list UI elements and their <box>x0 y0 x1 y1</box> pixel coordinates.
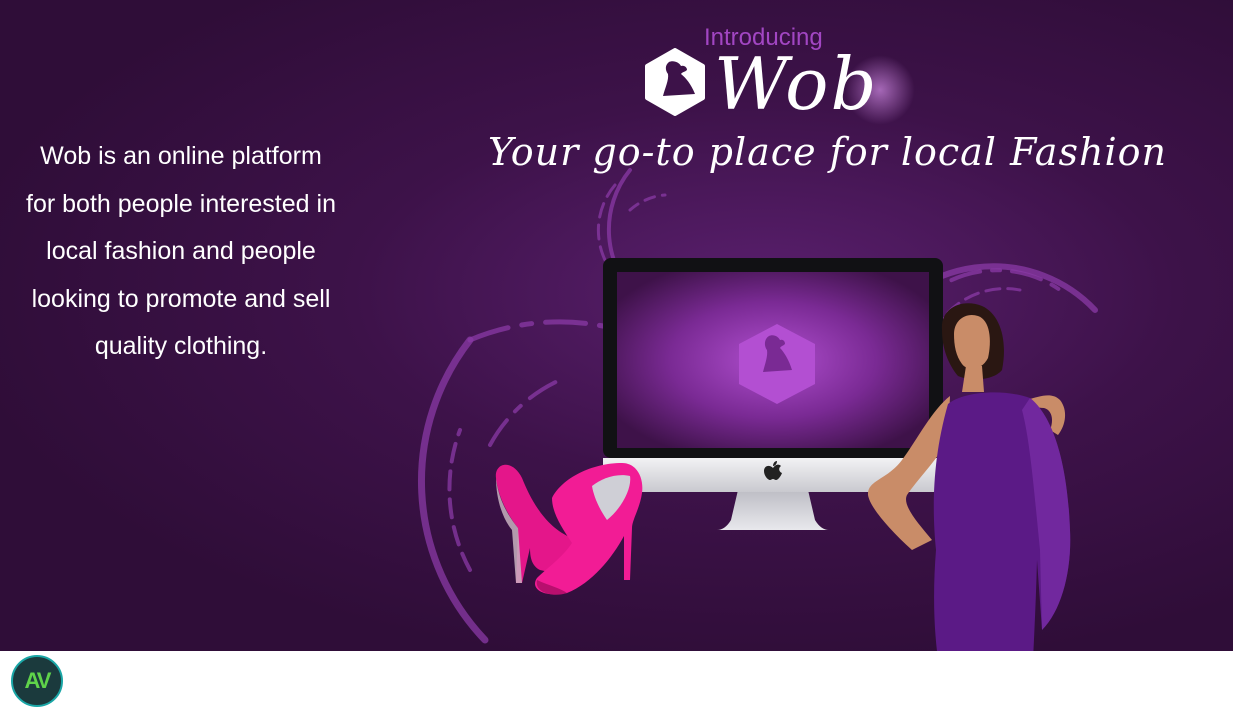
description-line: quality clothing. <box>94 332 268 360</box>
pink-shoes-image <box>495 463 643 595</box>
hero-banner: Introducing Wob Your go-to place for loc… <box>0 0 1233 651</box>
description-text: Wob is an online platform for both peopl… <box>0 133 362 371</box>
footer-bar <box>0 651 1233 716</box>
description-line: looking to promote and sell <box>31 284 331 313</box>
description-line: Wob is an online platform <box>40 142 322 170</box>
wob-logo-icon <box>645 48 705 116</box>
model-image <box>867 303 1071 651</box>
description-line: for both people interested in <box>26 189 336 218</box>
description-line: local fashion and people <box>46 237 316 265</box>
av-logo-text: AV <box>24 668 52 693</box>
brand-wordmark: Wob <box>714 42 879 126</box>
av-logo-icon[interactable]: AV <box>11 655 63 707</box>
tagline: Your go-to place for local Fashion <box>488 130 1167 174</box>
